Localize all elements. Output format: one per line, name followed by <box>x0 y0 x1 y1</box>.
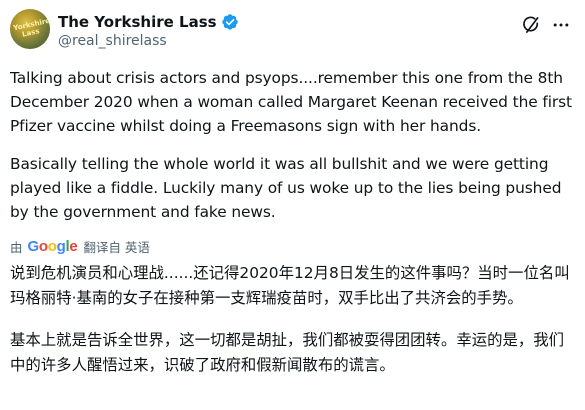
name-row: The Yorkshire Lass <box>58 12 239 32</box>
tweet-header: Yorkshire Lass The Yorkshire Lass @real_… <box>10 9 575 57</box>
translated-paragraph: 基本上就是告诉全世界，这一切都是胡扯，我们都被耍得团团转。幸运的是，我们中的许多… <box>10 331 565 374</box>
avatar[interactable]: Yorkshire Lass <box>10 9 50 49</box>
display-name[interactable]: The Yorkshire Lass <box>58 13 217 31</box>
grok-icon[interactable] <box>521 15 541 35</box>
avatar-logo-text: Yorkshire Lass <box>12 16 50 39</box>
user-handle[interactable]: @real_shirelass <box>58 33 167 49</box>
translated-by-label: 由 <box>10 239 23 255</box>
translated-paragraph: 说到危机演员和心理战......还记得2020年12月8日发生的这件事吗？当时一… <box>10 264 570 307</box>
translation-attribution[interactable]: 由 Google 翻译自 英语 <box>10 237 150 255</box>
verified-badge-icon <box>221 14 238 30</box>
more-icon[interactable] <box>551 15 571 35</box>
tweet-paragraph: Basically telling the whole world it was… <box>10 155 562 221</box>
translated-from-label: 翻译自 英语 <box>83 239 150 255</box>
google-logo: Google <box>27 237 78 255</box>
translated-text: 说到危机演员和心理战......还记得2020年12月8日发生的这件事吗？当时一… <box>10 261 578 377</box>
tweet-text: Talking about crisis actors and psyops..… <box>10 66 578 224</box>
tweet-paragraph: Talking about crisis actors and psyops..… <box>10 69 572 135</box>
